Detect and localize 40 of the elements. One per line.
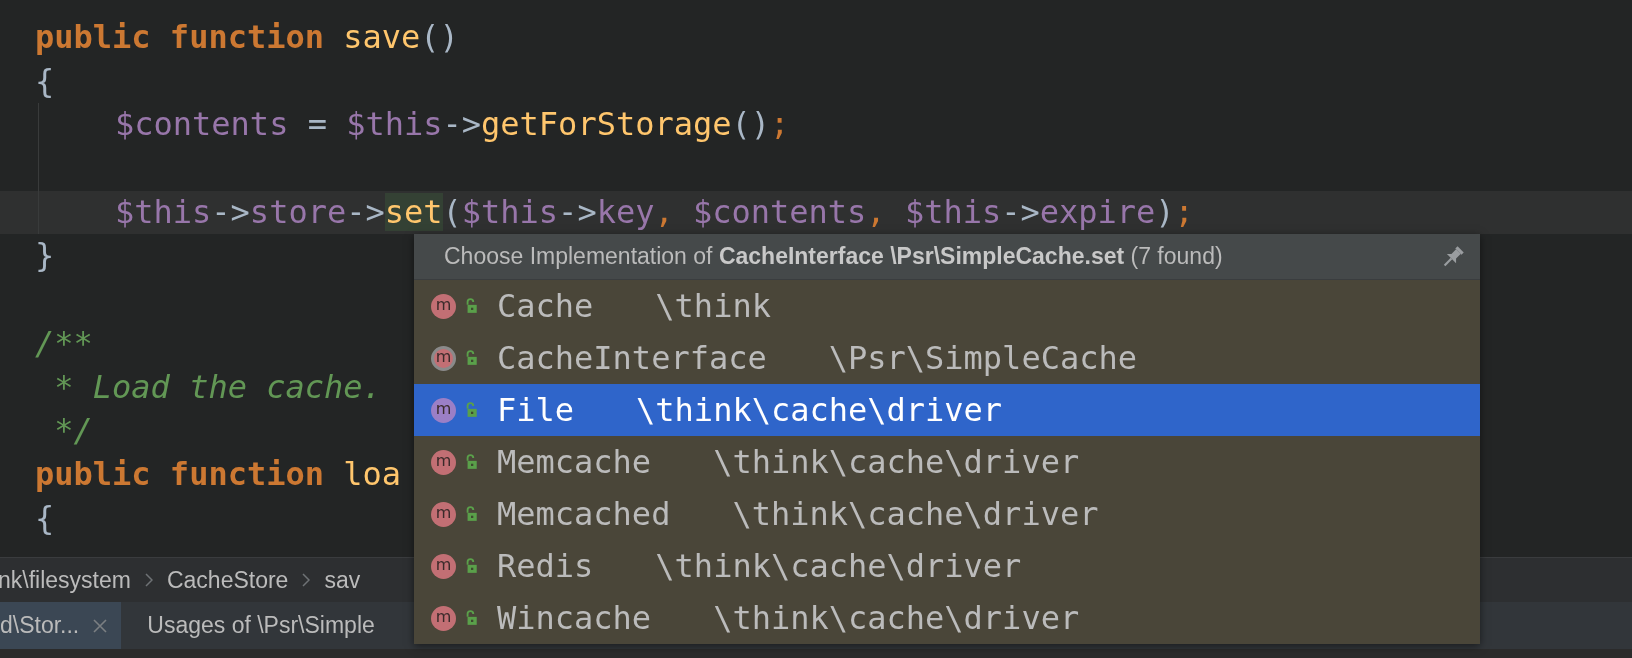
unlocked-padlock-icon: [464, 558, 478, 574]
breadcrumb-item[interactable]: sav: [324, 566, 361, 594]
unlocked-padlock-icon: [464, 350, 478, 366]
implementation-item[interactable]: m CacheInterface \Psr\SimpleCache: [414, 332, 1480, 384]
tab[interactable]: d\Stor...: [0, 602, 122, 649]
implementation-item[interactable]: m File \think\cache\driver: [414, 384, 1480, 436]
breadcrumb-item[interactable]: CacheStore: [166, 566, 289, 594]
method-icon: m: [431, 345, 456, 371]
code-line: {: [35, 497, 55, 539]
close-icon[interactable]: [93, 618, 108, 633]
method-icon: m: [431, 449, 456, 475]
code-line: /**: [35, 322, 93, 364]
implementation-item[interactable]: m Cache \think: [414, 280, 1480, 332]
code-line: */: [53, 410, 93, 452]
code-line: $this->store->set($this->key, $contents, $this->expire);: [115, 191, 1194, 233]
implementation-item[interactable]: m Memcache \think\cache\driver: [414, 436, 1480, 488]
method-icon: m: [431, 501, 456, 527]
code-line: public function loa: [35, 453, 402, 495]
popup-title: Choose Implementation of CacheInterface \Psr\SimpleCache.set (7 found): [444, 243, 1223, 270]
implementation-item[interactable]: m Redis \think\cache\driver: [414, 540, 1480, 592]
method-icon: m: [431, 293, 456, 319]
code-line: }: [35, 235, 55, 277]
unlocked-padlock-icon: [464, 454, 478, 470]
code-line: $contents = $this->getForStorage();: [115, 104, 790, 146]
unlocked-padlock-icon: [464, 298, 478, 314]
code-line: public function save(): [35, 17, 459, 58]
implementation-item[interactable]: m Wincache \think\cache\driver: [414, 592, 1480, 644]
chevron-icon: [144, 573, 153, 587]
unlocked-padlock-icon: [464, 402, 478, 418]
code-line: * Load the cache.: [53, 366, 382, 408]
method-icon: m: [431, 553, 456, 579]
unlocked-padlock-icon: [464, 610, 478, 626]
chevron-icon: [302, 573, 311, 587]
method-icon: m: [431, 605, 456, 631]
breadcrumb-item[interactable]: nk\filesystem: [0, 566, 131, 594]
tab[interactable]: Usages of \Psr\Simple: [121, 602, 397, 649]
unlocked-padlock-icon: [464, 506, 478, 522]
code-line: {: [35, 60, 55, 102]
implementation-item[interactable]: m Memcached \think\cache\driver: [414, 488, 1480, 540]
method-icon: m: [431, 397, 456, 423]
